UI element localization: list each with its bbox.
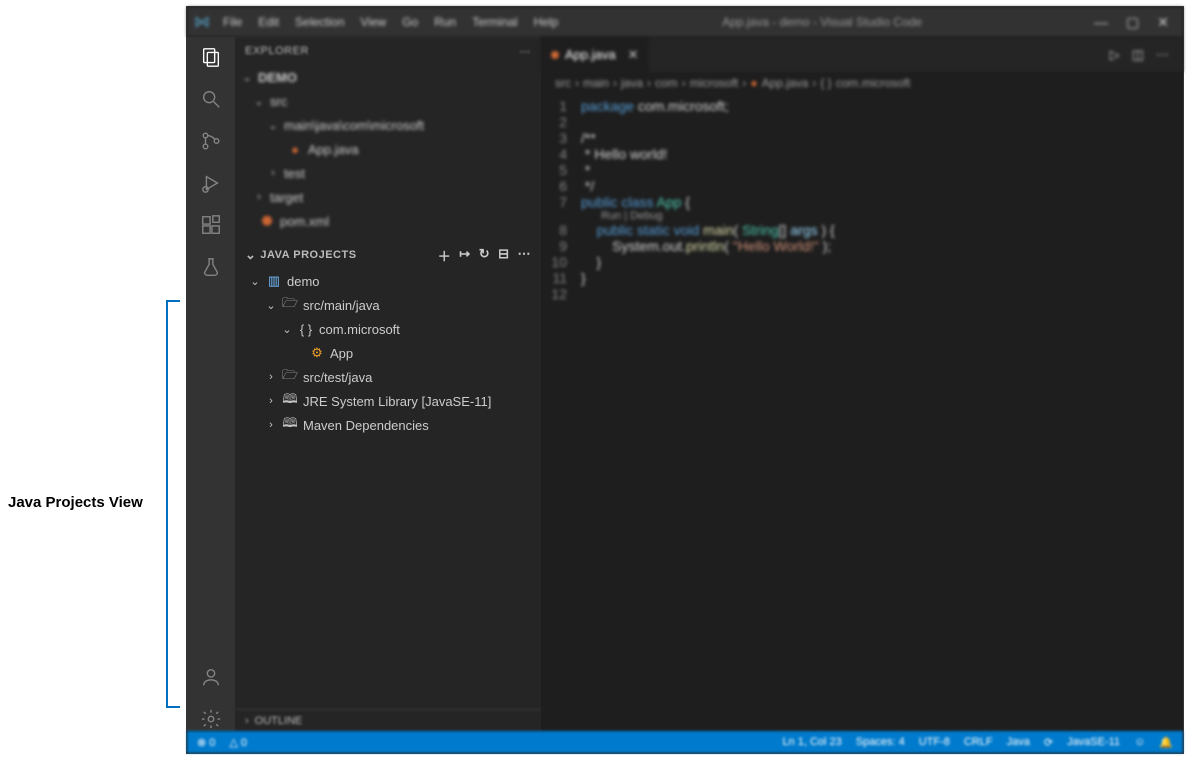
- java-file-icon: ●: [287, 142, 303, 157]
- more-actions-icon[interactable]: ⋯: [518, 246, 532, 265]
- status-warnings[interactable]: △ 0: [229, 736, 247, 749]
- menu-help[interactable]: Help: [528, 15, 565, 29]
- menu-file[interactable]: File: [217, 15, 248, 29]
- accounts-icon[interactable]: [199, 665, 223, 689]
- split-editor-icon[interactable]: ◫: [1132, 47, 1144, 63]
- status-sync-icon[interactable]: ⟳: [1044, 736, 1053, 749]
- run-icon[interactable]: ▷: [1110, 47, 1120, 63]
- tree-row[interactable]: ›test: [235, 161, 541, 185]
- tree-row[interactable]: ⌄main\java\com\microsoft: [235, 113, 541, 137]
- explorer-header[interactable]: EXPLORER ⋯: [235, 37, 541, 65]
- package-icon: { }: [298, 322, 314, 337]
- java-file-icon: [551, 51, 559, 59]
- window-controls: — ▢ ✕: [1080, 14, 1183, 31]
- testing-icon[interactable]: [199, 255, 223, 279]
- close-icon[interactable]: ✕: [1157, 14, 1169, 31]
- feedback-icon[interactable]: ☺: [1134, 736, 1145, 748]
- code-editor[interactable]: 1package com.microsoft; 2 3/** 4 * Hello…: [541, 94, 1183, 731]
- java-projects-header[interactable]: ⌄JAVA PROJECTS ＋ ↦ ↻ ⊟ ⋯: [235, 241, 541, 269]
- notifications-icon[interactable]: 🔔: [1159, 736, 1173, 749]
- new-project-icon[interactable]: ＋: [438, 246, 452, 265]
- project-node[interactable]: ⌄▥demo: [235, 269, 541, 293]
- refresh-icon[interactable]: ↻: [479, 246, 490, 265]
- java-projects-title: JAVA PROJECTS: [260, 249, 356, 261]
- window-title: App.java - demo - Visual Studio Code: [564, 15, 1080, 29]
- class-icon: ⚙: [309, 345, 325, 361]
- vscode-logo-icon: ⋈: [187, 12, 217, 32]
- status-eol[interactable]: CRLF: [964, 736, 993, 748]
- title-bar: ⋈ File Edit Selection View Go Run Termin…: [187, 7, 1183, 37]
- annotation-java-projects-view: Java Projects View: [8, 494, 143, 511]
- status-encoding[interactable]: UTF-8: [919, 736, 950, 748]
- source-folder-node[interactable]: ›🗁src/test/java: [235, 365, 541, 389]
- menu-bar[interactable]: File Edit Selection View Go Run Terminal…: [217, 15, 564, 29]
- menu-run[interactable]: Run: [428, 15, 462, 29]
- status-spaces[interactable]: Spaces: 4: [856, 736, 905, 748]
- status-position[interactable]: Ln 1, Col 23: [782, 736, 841, 748]
- source-control-icon[interactable]: [199, 129, 223, 153]
- java-projects-toolbar: ＋ ↦ ↻ ⊟ ⋯: [438, 246, 531, 265]
- maven-deps-node[interactable]: ›🕮Maven Dependencies: [235, 413, 541, 437]
- project-icon: ▥: [266, 273, 282, 289]
- breadcrumb[interactable]: src› main› java› com› microsoft› ●App.ja…: [541, 72, 1183, 94]
- tree-row[interactable]: ›target: [235, 185, 541, 209]
- source-folder-node[interactable]: ⌄🗁src/main/java: [235, 293, 541, 317]
- more-icon[interactable]: ⋯: [1156, 47, 1169, 63]
- outline-header[interactable]: ›OUTLINE: [235, 709, 541, 731]
- jre-library-node[interactable]: ›🕮JRE System Library [JavaSE-11]: [235, 389, 541, 413]
- status-language[interactable]: Java: [1007, 736, 1030, 748]
- source-folder-icon: 🗁: [282, 294, 298, 316]
- menu-view[interactable]: View: [354, 15, 392, 29]
- settings-gear-icon[interactable]: [199, 707, 223, 731]
- menu-selection[interactable]: Selection: [289, 15, 350, 29]
- java-projects-tree: ⌄▥demo ⌄🗁src/main/java ⌄{ }com.microsoft…: [235, 269, 541, 709]
- editor-area: App.java ✕ ▷ ◫ ⋯ src› main› java› com› m…: [541, 37, 1183, 731]
- editor-tabs: App.java ✕ ▷ ◫ ⋯: [541, 37, 1183, 72]
- explorer-title: EXPLORER: [245, 45, 309, 57]
- search-icon[interactable]: [199, 87, 223, 111]
- explorer-tree: ⌄DEMO ⌄src ⌄main\java\com\microsoft ●App…: [235, 65, 541, 241]
- explorer-icon[interactable]: [199, 45, 223, 69]
- side-bar: EXPLORER ⋯ ⌄DEMO ⌄src ⌄main\java\com\mic…: [235, 37, 541, 731]
- status-jdk[interactable]: JavaSE-11: [1067, 736, 1120, 748]
- collapse-all-icon[interactable]: ⊟: [498, 246, 509, 265]
- xml-file-icon: ⬣: [259, 213, 275, 229]
- close-tab-icon[interactable]: ✕: [628, 47, 639, 63]
- tree-row[interactable]: ⌄DEMO: [235, 65, 541, 89]
- vscode-window: ⋈ File Edit Selection View Go Run Termin…: [186, 6, 1184, 754]
- bracket-view: [166, 300, 180, 708]
- menu-go[interactable]: Go: [396, 15, 424, 29]
- status-bar: ⊗ 0 △ 0 Ln 1, Col 23 Spaces: 4 UTF-8 CRL…: [187, 731, 1183, 753]
- tab-app-java[interactable]: App.java ✕: [541, 37, 650, 72]
- source-folder-icon: 🗁: [282, 366, 298, 388]
- run-debug-icon[interactable]: [199, 171, 223, 195]
- maximize-icon[interactable]: ▢: [1126, 14, 1139, 31]
- more-icon[interactable]: ⋯: [520, 45, 532, 58]
- export-jar-icon[interactable]: ↦: [459, 246, 470, 265]
- activity-bar: [187, 37, 235, 731]
- package-node[interactable]: ⌄{ }com.microsoft: [235, 317, 541, 341]
- tree-row[interactable]: ⬣pom.xml: [235, 209, 541, 233]
- status-errors[interactable]: ⊗ 0: [197, 736, 215, 749]
- extensions-icon[interactable]: [199, 213, 223, 237]
- minimize-icon[interactable]: —: [1094, 14, 1108, 31]
- tree-row[interactable]: ⌄src: [235, 89, 541, 113]
- tree-row[interactable]: ●App.java: [235, 137, 541, 161]
- menu-edit[interactable]: Edit: [252, 15, 285, 29]
- class-node[interactable]: ⚙App: [235, 341, 541, 365]
- menu-terminal[interactable]: Terminal: [466, 15, 523, 29]
- library-icon: 🕮: [282, 390, 298, 412]
- tab-label: App.java: [565, 47, 616, 62]
- library-icon: 🕮: [282, 414, 298, 436]
